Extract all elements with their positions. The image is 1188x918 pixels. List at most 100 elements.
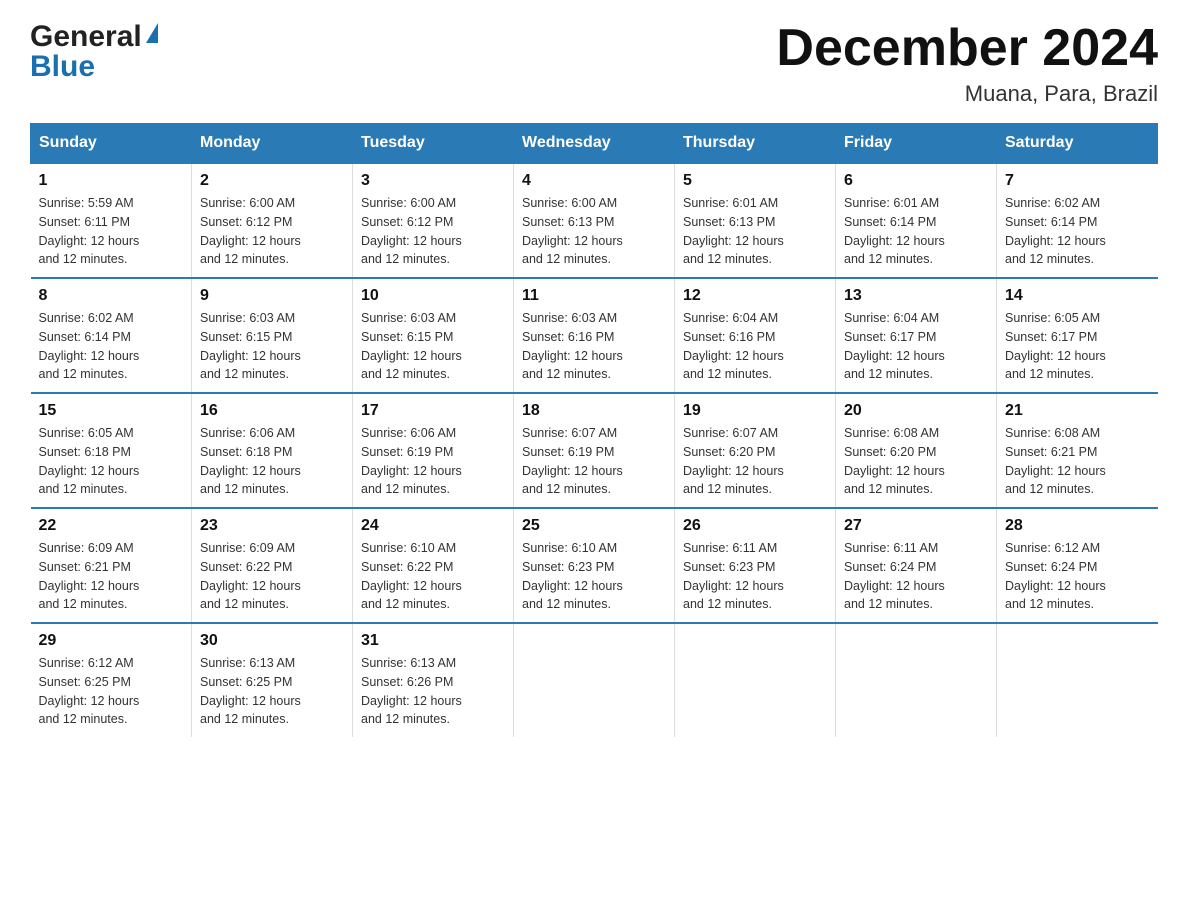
header-cell-friday: Friday [836, 124, 997, 164]
page-title: December 2024 [776, 20, 1158, 77]
day-cell: 31Sunrise: 6:13 AM Sunset: 6:26 PM Dayli… [353, 623, 514, 737]
day-cell: 26Sunrise: 6:11 AM Sunset: 6:23 PM Dayli… [675, 508, 836, 623]
calendar-body: 1Sunrise: 5:59 AM Sunset: 6:11 PM Daylig… [31, 163, 1158, 737]
header: General Blue December 2024 Muana, Para, … [30, 20, 1158, 107]
day-info: Sunrise: 6:04 AM Sunset: 6:17 PM Dayligh… [844, 309, 988, 384]
day-cell [997, 623, 1158, 737]
day-number: 25 [522, 517, 666, 535]
logo-line2: Blue [30, 50, 95, 84]
day-cell: 18Sunrise: 6:07 AM Sunset: 6:19 PM Dayli… [514, 393, 675, 508]
week-row-2: 8 Sunrise: 6:02 AM Sunset: 6:14 PM Daylig… [31, 278, 1158, 393]
week-row-4: 22 Sunrise: 6:09 AM Sunset: 6:21 PM Dayli… [31, 508, 1158, 623]
day-cell: 23 Sunrise: 6:09 AM Sunset: 6:22 PM Dayli… [192, 508, 353, 623]
day-cell: 13 Sunrise: 6:04 AM Sunset: 6:17 PM Dayli… [836, 278, 997, 393]
day-info: Sunrise: 6:02 AM Sunset: 6:14 PM Dayligh… [39, 309, 184, 384]
header-cell-wednesday: Wednesday [514, 124, 675, 164]
day-info: Sunrise: 6:08 AM Sunset: 6:20 PM Dayligh… [844, 424, 988, 499]
day-cell: 14 Sunrise: 6:05 AM Sunset: 6:17 PM Dayli… [997, 278, 1158, 393]
day-number: 4 [522, 172, 666, 190]
day-number: 1 [39, 172, 184, 190]
day-number: 7 [1005, 172, 1150, 190]
day-number: 10 [361, 287, 505, 305]
day-cell: 6 Sunrise: 6:01 AM Sunset: 6:14 PM Daylig… [836, 163, 997, 278]
day-number: 11 [522, 287, 666, 305]
day-info: Sunrise: 6:03 AM Sunset: 6:15 PM Dayligh… [200, 309, 344, 384]
day-number: 23 [200, 517, 344, 535]
day-cell: 10 Sunrise: 6:03 AM Sunset: 6:15 PM Dayli… [353, 278, 514, 393]
day-cell: 11 Sunrise: 6:03 AM Sunset: 6:16 PM Dayli… [514, 278, 675, 393]
day-info: Sunrise: 6:00 AM Sunset: 6:12 PM Dayligh… [200, 194, 344, 269]
day-cell: 15 Sunrise: 6:05 AM Sunset: 6:18 PM Dayli… [31, 393, 192, 508]
day-number: 13 [844, 287, 988, 305]
day-number: 24 [361, 517, 505, 535]
day-number: 21 [1005, 402, 1150, 420]
day-cell: 2Sunrise: 6:00 AM Sunset: 6:12 PM Daylig… [192, 163, 353, 278]
header-cell-thursday: Thursday [675, 124, 836, 164]
day-info: Sunrise: 6:03 AM Sunset: 6:15 PM Dayligh… [361, 309, 505, 384]
week-row-1: 1Sunrise: 5:59 AM Sunset: 6:11 PM Daylig… [31, 163, 1158, 278]
header-row: SundayMondayTuesdayWednesdayThursdayFrid… [31, 124, 1158, 164]
day-number: 12 [683, 287, 827, 305]
day-number: 22 [39, 517, 184, 535]
day-info: Sunrise: 6:00 AM Sunset: 6:12 PM Dayligh… [361, 194, 505, 269]
header-cell-saturday: Saturday [997, 124, 1158, 164]
day-info: Sunrise: 6:11 AM Sunset: 6:23 PM Dayligh… [683, 539, 827, 614]
day-info: Sunrise: 6:06 AM Sunset: 6:18 PM Dayligh… [200, 424, 344, 499]
day-info: Sunrise: 6:11 AM Sunset: 6:24 PM Dayligh… [844, 539, 988, 614]
day-cell: 22 Sunrise: 6:09 AM Sunset: 6:21 PM Dayli… [31, 508, 192, 623]
week-row-5: 29Sunrise: 6:12 AM Sunset: 6:25 PM Dayli… [31, 623, 1158, 737]
day-cell: 9 Sunrise: 6:03 AM Sunset: 6:15 PM Daylig… [192, 278, 353, 393]
day-info: Sunrise: 6:05 AM Sunset: 6:18 PM Dayligh… [39, 424, 184, 499]
day-info: Sunrise: 6:10 AM Sunset: 6:23 PM Dayligh… [522, 539, 666, 614]
calendar-table: SundayMondayTuesdayWednesdayThursdayFrid… [30, 123, 1158, 737]
day-number: 9 [200, 287, 344, 305]
day-number: 15 [39, 402, 184, 420]
day-cell: 29Sunrise: 6:12 AM Sunset: 6:25 PM Dayli… [31, 623, 192, 737]
day-info: Sunrise: 6:00 AM Sunset: 6:13 PM Dayligh… [522, 194, 666, 269]
day-number: 30 [200, 632, 344, 650]
day-cell: 3 Sunrise: 6:00 AM Sunset: 6:12 PM Daylig… [353, 163, 514, 278]
day-info: Sunrise: 6:03 AM Sunset: 6:16 PM Dayligh… [522, 309, 666, 384]
day-cell: 12 Sunrise: 6:04 AM Sunset: 6:16 PM Dayli… [675, 278, 836, 393]
day-number: 14 [1005, 287, 1150, 305]
day-info: Sunrise: 6:08 AM Sunset: 6:21 PM Dayligh… [1005, 424, 1150, 499]
day-number: 18 [522, 402, 666, 420]
day-cell: 17 Sunrise: 6:06 AM Sunset: 6:19 PM Dayli… [353, 393, 514, 508]
day-info: Sunrise: 6:12 AM Sunset: 6:25 PM Dayligh… [39, 654, 184, 729]
day-info: Sunrise: 6:13 AM Sunset: 6:26 PM Dayligh… [361, 654, 505, 729]
logo-general-text: General [30, 20, 142, 54]
day-cell: 4 Sunrise: 6:00 AM Sunset: 6:13 PM Daylig… [514, 163, 675, 278]
day-cell: 19Sunrise: 6:07 AM Sunset: 6:20 PM Dayli… [675, 393, 836, 508]
day-info: Sunrise: 6:07 AM Sunset: 6:20 PM Dayligh… [683, 424, 827, 499]
day-info: Sunrise: 6:01 AM Sunset: 6:14 PM Dayligh… [844, 194, 988, 269]
day-info: Sunrise: 6:09 AM Sunset: 6:22 PM Dayligh… [200, 539, 344, 614]
page-subtitle: Muana, Para, Brazil [776, 81, 1158, 107]
day-info: Sunrise: 6:04 AM Sunset: 6:16 PM Dayligh… [683, 309, 827, 384]
week-row-3: 15 Sunrise: 6:05 AM Sunset: 6:18 PM Dayli… [31, 393, 1158, 508]
day-info: Sunrise: 6:02 AM Sunset: 6:14 PM Dayligh… [1005, 194, 1150, 269]
day-number: 8 [39, 287, 184, 305]
day-number: 27 [844, 517, 988, 535]
day-info: Sunrise: 6:01 AM Sunset: 6:13 PM Dayligh… [683, 194, 827, 269]
logo: General Blue [30, 20, 158, 84]
logo-triangle-icon [146, 23, 158, 43]
header-cell-tuesday: Tuesday [353, 124, 514, 164]
day-info: Sunrise: 6:09 AM Sunset: 6:21 PM Dayligh… [39, 539, 184, 614]
day-cell: 27 Sunrise: 6:11 AM Sunset: 6:24 PM Dayli… [836, 508, 997, 623]
day-info: Sunrise: 6:05 AM Sunset: 6:17 PM Dayligh… [1005, 309, 1150, 384]
day-cell: 20Sunrise: 6:08 AM Sunset: 6:20 PM Dayli… [836, 393, 997, 508]
day-number: 6 [844, 172, 988, 190]
header-cell-monday: Monday [192, 124, 353, 164]
day-number: 5 [683, 172, 827, 190]
day-cell: 24Sunrise: 6:10 AM Sunset: 6:22 PM Dayli… [353, 508, 514, 623]
day-number: 17 [361, 402, 505, 420]
day-cell: 30 Sunrise: 6:13 AM Sunset: 6:25 PM Dayli… [192, 623, 353, 737]
logo-line1: General [30, 20, 158, 54]
day-cell: 1Sunrise: 5:59 AM Sunset: 6:11 PM Daylig… [31, 163, 192, 278]
day-info: Sunrise: 6:13 AM Sunset: 6:25 PM Dayligh… [200, 654, 344, 729]
day-cell [836, 623, 997, 737]
day-cell: 8 Sunrise: 6:02 AM Sunset: 6:14 PM Daylig… [31, 278, 192, 393]
day-cell: 21 Sunrise: 6:08 AM Sunset: 6:21 PM Dayli… [997, 393, 1158, 508]
day-number: 3 [361, 172, 505, 190]
day-info: Sunrise: 6:06 AM Sunset: 6:19 PM Dayligh… [361, 424, 505, 499]
